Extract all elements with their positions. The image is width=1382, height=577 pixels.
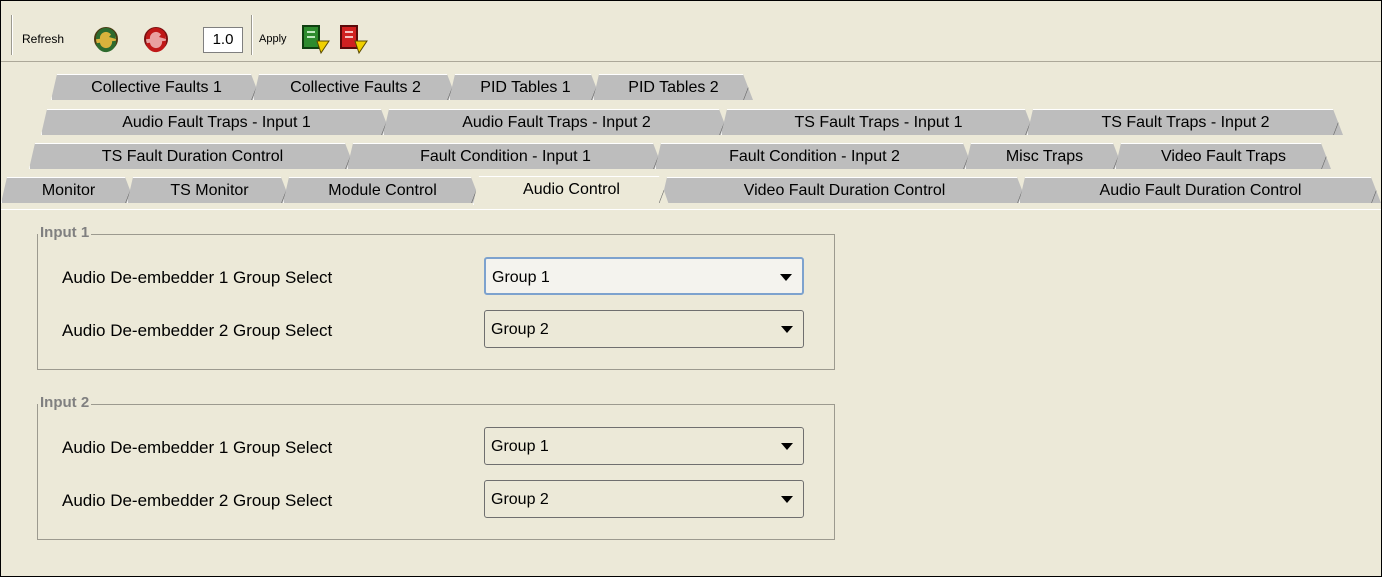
refresh-icon[interactable] (89, 23, 123, 55)
select-value: Group 2 (491, 321, 549, 338)
deembedder-2-label: Audio De-embedder 2 Group Select (62, 491, 333, 510)
tab-row-3: TS Fault Duration Control Fault Conditio… (1, 143, 1382, 169)
tab-row-4: Monitor TS Monitor Module Control Audio … (1, 177, 1382, 203)
tab-collective-faults-1[interactable]: Collective Faults 1 (51, 74, 261, 100)
tab-video-fault-duration-control[interactable]: Video Fault Duration Control (661, 177, 1027, 203)
tab-pid-tables-2[interactable]: PID Tables 2 (593, 74, 753, 100)
tab-monitor[interactable]: Monitor (1, 177, 135, 203)
toolbar-separator (11, 15, 13, 55)
tab-pid-tables-1[interactable]: PID Tables 1 (449, 74, 601, 100)
input-1-group: Input 1 Audio De-embedder 1 Group Select… (37, 224, 835, 370)
apply-icon[interactable] (299, 23, 333, 55)
tab-content-border (1, 209, 1381, 210)
chevron-down-icon (781, 443, 793, 450)
tab-audio-fault-traps-input-2[interactable]: Audio Fault Traps - Input 2 (383, 109, 729, 135)
chevron-down-icon (780, 274, 792, 281)
tab-ts-monitor[interactable]: TS Monitor (127, 177, 291, 203)
deembedder-2-label: Audio De-embedder 2 Group Select (62, 321, 333, 340)
select-value: Group 1 (492, 269, 550, 286)
toolbar-divider (1, 61, 1381, 62)
deembedder-1-group-select[interactable]: Group 1 (484, 427, 804, 465)
tab-video-fault-traps[interactable]: Video Fault Traps (1115, 143, 1331, 169)
tab-ts-fault-duration-control[interactable]: TS Fault Duration Control (29, 143, 355, 169)
deembedder-2-group-select[interactable]: Group 2 (484, 310, 804, 348)
tab-collective-faults-2[interactable]: Collective Faults 2 (253, 74, 457, 100)
group-title: Input 2 (38, 394, 92, 412)
tab-fault-condition-input-2[interactable]: Fault Condition - Input 2 (655, 143, 973, 169)
tab-fault-condition-input-1[interactable]: Fault Condition - Input 1 (347, 143, 663, 169)
apply-all-icon[interactable] (337, 23, 371, 55)
chevron-down-icon (781, 326, 793, 333)
tab-audio-fault-duration-control[interactable]: Audio Fault Duration Control (1019, 177, 1381, 203)
tab-row-2: Audio Fault Traps - Input 1 Audio Fault … (1, 109, 1382, 135)
toolbar: Refresh 1.0 Apply (7, 7, 1379, 63)
apply-button[interactable]: Apply (259, 33, 287, 45)
deembedder-1-group-select[interactable]: Group 1 (484, 257, 804, 295)
tab-audio-fault-traps-input-1[interactable]: Audio Fault Traps - Input 1 (41, 109, 391, 135)
chevron-down-icon (781, 496, 793, 503)
select-value: Group 1 (491, 438, 549, 455)
deembedder-1-label: Audio De-embedder 1 Group Select (62, 268, 333, 287)
main-window: Refresh 1.0 Apply Collective Faults 1 Co… (0, 0, 1382, 577)
group-title: Input 1 (38, 224, 92, 242)
refresh-all-icon[interactable] (139, 23, 173, 55)
version-field[interactable]: 1.0 (203, 27, 243, 53)
tab-ts-fault-traps-input-1[interactable]: TS Fault Traps - Input 1 (721, 109, 1035, 135)
select-value: Group 2 (491, 491, 549, 508)
tab-module-control[interactable]: Module Control (283, 177, 481, 203)
tab-row-1: Collective Faults 1 Collective Faults 2 … (1, 74, 1382, 100)
tab-audio-control[interactable]: Audio Control (473, 176, 669, 205)
deembedder-1-label: Audio De-embedder 1 Group Select (62, 438, 333, 457)
refresh-button[interactable]: Refresh (22, 33, 64, 45)
tab-misc-traps[interactable]: Misc Traps (965, 143, 1123, 169)
tab-ts-fault-traps-input-2[interactable]: TS Fault Traps - Input 2 (1027, 109, 1343, 135)
input-2-group: Input 2 Audio De-embedder 1 Group Select… (37, 394, 835, 540)
toolbar-separator (251, 15, 253, 55)
deembedder-2-group-select[interactable]: Group 2 (484, 480, 804, 518)
